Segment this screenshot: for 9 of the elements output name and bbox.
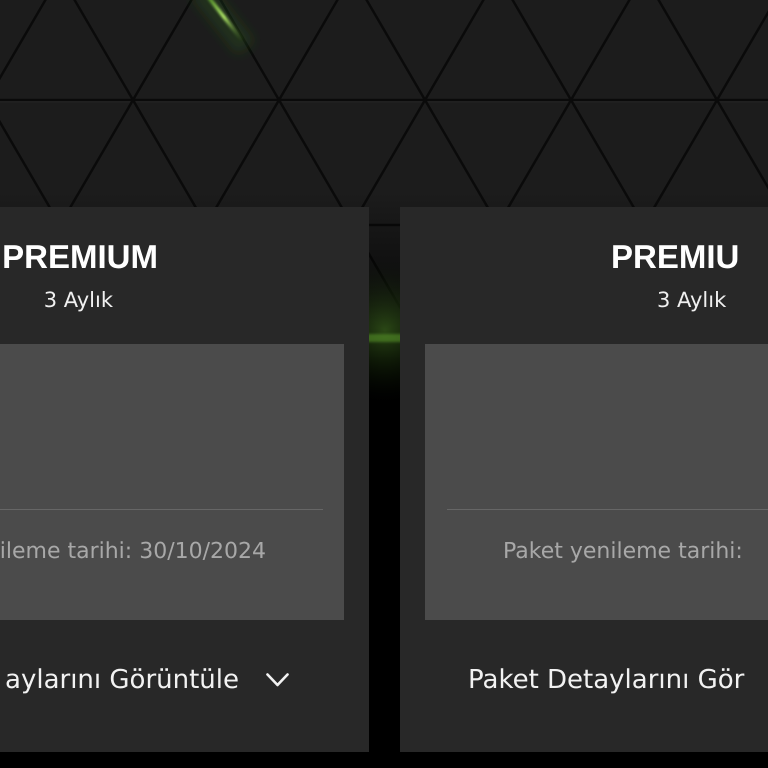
details-toggle[interactable]: Paket Detaylarını Gör	[468, 664, 744, 696]
plan-title: PREMIUM	[2, 237, 158, 277]
plan-duration: 3 Aylık	[44, 287, 113, 313]
renewal-date-text: ileme tarihi: 30/10/2024	[0, 538, 266, 566]
plan-duration: 3 Aylık	[657, 287, 726, 313]
plan-title: PREMIU	[611, 237, 740, 277]
details-toggle[interactable]: aylarını Görüntüle	[5, 664, 289, 696]
renewal-date-text: Paket yenileme tarihi:	[503, 538, 743, 566]
chevron-down-icon	[266, 673, 289, 687]
